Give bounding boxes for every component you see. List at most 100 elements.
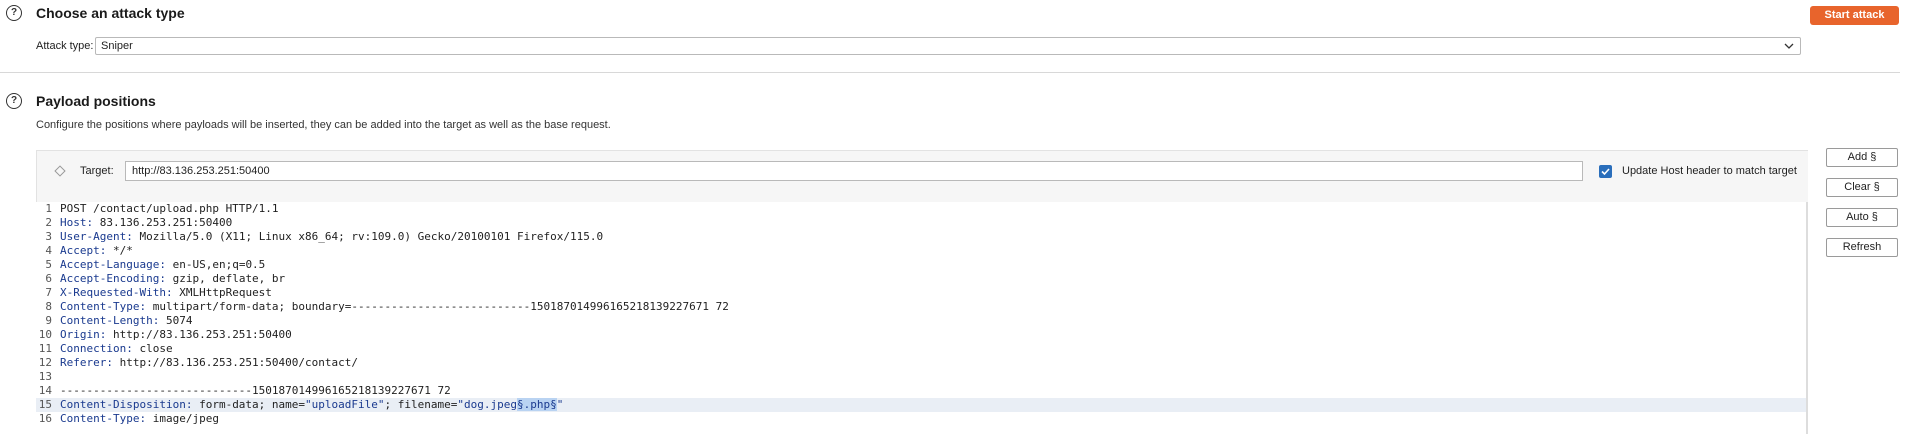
header-name: Accept: [60, 244, 107, 257]
line-content: Accept-Language: en-US,en;q=0.5 [60, 258, 265, 272]
header-value: http://83.136.253.251:50400/contact/ [112, 356, 359, 369]
line-number: 4 [45, 244, 52, 257]
attack-type-label: Attack type: [36, 40, 94, 52]
line-content: Accept: */* [60, 244, 133, 258]
request-line[interactable]: 7 X-Requested-With: XMLHttpRequest [36, 286, 1807, 300]
payload-positions-description: Configure the positions where payloads w… [36, 119, 611, 131]
request-line[interactable]: 13 [36, 370, 1807, 384]
request-line[interactable]: 5 Accept-Language: en-US,en;q=0.5 [36, 258, 1807, 272]
editor-scrollbar[interactable] [1806, 202, 1808, 434]
header-value: close [132, 342, 173, 355]
header-value: XMLHttpRequest [172, 286, 272, 299]
request-line[interactable]: 6 Accept-Encoding: gzip, deflate, br [36, 272, 1807, 286]
header-value: en-US,en;q=0.5 [165, 258, 266, 271]
request-editor[interactable]: 1 POST /contact/upload.php HTTP/1.1 2 Host:… [36, 202, 1807, 434]
header-value: image/jpeg [146, 412, 219, 425]
line-number: 11 [38, 342, 52, 355]
request-line[interactable]: 1 POST /contact/upload.php HTTP/1.1 [36, 202, 1807, 216]
line-number: 8 [45, 300, 52, 313]
header-name: Accept-Encoding: [60, 272, 166, 285]
header-value: http://83.136.253.251:50400 [106, 328, 292, 341]
target-diamond-icon [54, 165, 66, 177]
line-content: Host: 83.136.253.251:50400 [60, 216, 232, 230]
header-value: 83.136.253.251:50400 [93, 216, 233, 229]
line-content: Origin: http://83.136.253.251:50400 [60, 328, 292, 342]
attack-type-title: Choose an attack type [36, 5, 185, 21]
header-value: ; filename= [384, 398, 458, 411]
header-name: Content-Length: [60, 314, 160, 327]
request-line[interactable]: 10 Origin: http://83.136.253.251:50400 [36, 328, 1807, 342]
line-content: Content-Type: multipart/form-data; bound… [60, 300, 729, 314]
payload-marker[interactable]: §.php§ [517, 398, 557, 411]
line-number: 12 [38, 356, 52, 369]
line-content: Content-Type: image/jpeg [60, 412, 219, 426]
header-name: Referer: [60, 356, 113, 369]
checkmark-icon [1601, 168, 1610, 176]
header-name: User-Agent: [60, 230, 133, 243]
header-name: X-Requested-With: [60, 286, 173, 299]
line-number: 13 [38, 370, 52, 383]
header-name: Host: [60, 216, 94, 229]
string-value: "uploadFile" [305, 398, 385, 411]
add-marker-button[interactable]: Add § [1826, 148, 1898, 167]
header-value: Mozilla/5.0 (X11; Linux x86_64; rv:109.0… [132, 230, 604, 243]
header-name: Origin: [60, 328, 107, 341]
request-line[interactable]: 12 Referer: http://83.136.253.251:50400/c… [36, 356, 1807, 370]
request-line[interactable]: 4 Accept: */* [36, 244, 1807, 258]
header-value: */* [106, 244, 133, 257]
header-value: 5074 [159, 314, 193, 327]
line-content: -----------------------------15018701499… [60, 384, 451, 398]
request-line[interactable]: 15 Content-Disposition: form-data; name="… [36, 398, 1807, 412]
line-content: X-Requested-With: XMLHttpRequest [60, 286, 272, 300]
line-content: Content-Disposition: form-data; name="up… [60, 398, 563, 412]
help-icon[interactable]: ? [6, 5, 22, 21]
refresh-button[interactable]: Refresh [1826, 238, 1898, 257]
line-content: User-Agent: Mozilla/5.0 (X11; Linux x86_… [60, 230, 603, 244]
line-number: 3 [45, 230, 52, 243]
header-value: POST /contact/upload.php HTTP/1.1 [60, 202, 279, 215]
header-name: Content-Type: [60, 412, 147, 425]
line-number: 16 [38, 412, 52, 425]
clear-marker-button[interactable]: Clear § [1826, 178, 1898, 197]
request-line[interactable]: 2 Host: 83.136.253.251:50400 [36, 216, 1807, 230]
header-name: Accept-Language: [60, 258, 166, 271]
line-content: POST /contact/upload.php HTTP/1.1 [60, 202, 279, 216]
line-number: 9 [45, 314, 52, 327]
line-content: Connection: close [60, 342, 173, 356]
line-number: 7 [45, 286, 52, 299]
update-host-label: Update Host header to match target [1622, 165, 1797, 177]
line-number: 14 [38, 384, 52, 397]
line-number: 2 [45, 216, 52, 229]
request-line[interactable]: 9 Content-Length: 5074 [36, 314, 1807, 328]
update-host-checkbox[interactable] [1599, 165, 1612, 178]
string-value: " [556, 398, 564, 411]
start-attack-button[interactable]: Start attack [1810, 6, 1899, 25]
request-line[interactable]: 16 Content-Type: image/jpeg [36, 412, 1807, 426]
header-name: Connection: [60, 342, 133, 355]
attack-type-select[interactable]: Sniper [95, 37, 1801, 55]
header-value: -----------------------------15018701499… [60, 384, 451, 397]
target-input[interactable] [125, 161, 1583, 181]
line-number: 5 [45, 258, 52, 271]
target-label: Target: [80, 165, 114, 177]
request-line[interactable]: 11 Connection: close [36, 342, 1807, 356]
line-number: 1 [45, 202, 52, 215]
header-name: Content-Type: [60, 300, 147, 313]
string-value: "dog.jpeg [457, 398, 517, 411]
header-value: form-data; name= [192, 398, 306, 411]
target-row: Target: Update Host header to match targ… [36, 160, 1808, 184]
line-content: Referer: http://83.136.253.251:50400/con… [60, 356, 358, 370]
help-icon[interactable]: ? [6, 93, 22, 109]
line-content: Accept-Encoding: gzip, deflate, br [60, 272, 285, 286]
request-line[interactable]: 14 -----------------------------150187014… [36, 384, 1807, 398]
auto-marker-button[interactable]: Auto § [1826, 208, 1898, 227]
request-line[interactable]: 8 Content-Type: multipart/form-data; boun… [36, 300, 1807, 314]
attack-type-value: Sniper [101, 40, 133, 52]
line-number: 15 [38, 398, 52, 411]
header-name: Content-Disposition: [60, 398, 193, 411]
header-value: gzip, deflate, br [165, 272, 286, 285]
line-number: 10 [38, 328, 52, 341]
line-content: Content-Length: 5074 [60, 314, 192, 328]
request-line[interactable]: 3 User-Agent: Mozilla/5.0 (X11; Linux x86… [36, 230, 1807, 244]
section-divider [0, 72, 1900, 73]
